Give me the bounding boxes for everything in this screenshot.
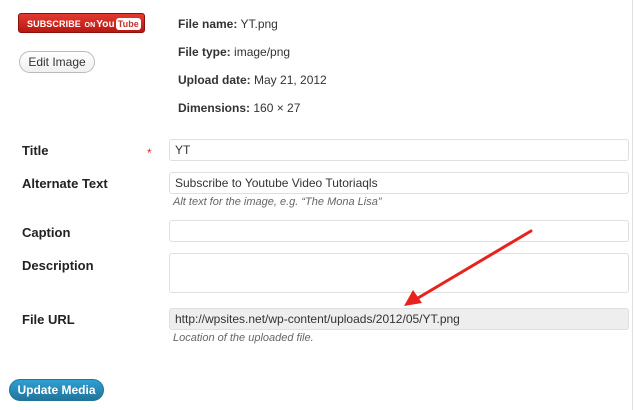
annotation-arrow — [404, 229, 533, 306]
update-media-button[interactable]: Update Media — [9, 379, 104, 401]
